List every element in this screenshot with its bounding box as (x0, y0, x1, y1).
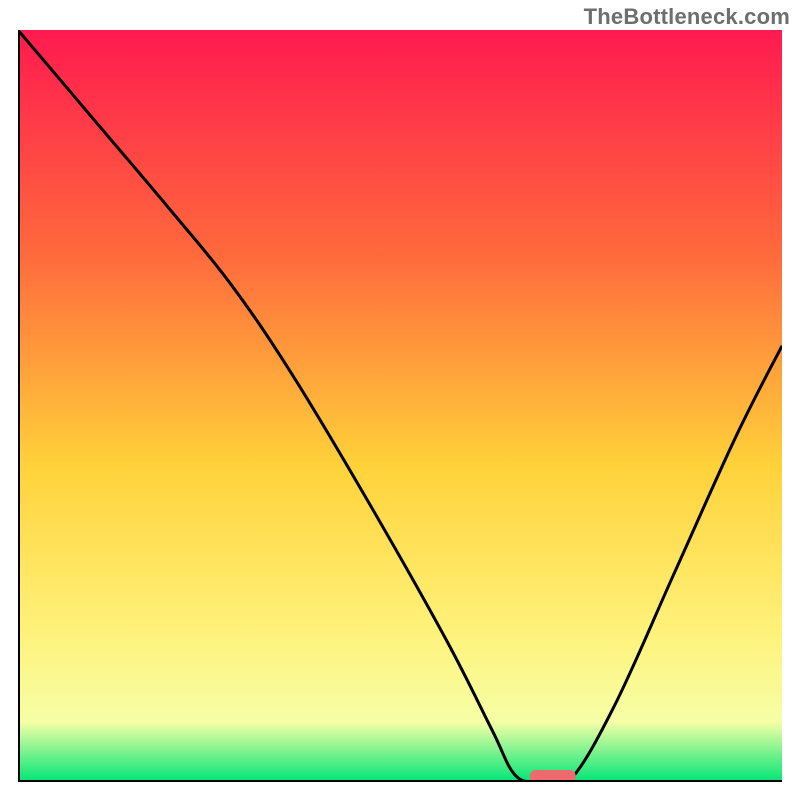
chart-svg (18, 30, 782, 782)
attribution-text: TheBottleneck.com (584, 4, 790, 30)
bottleneck-chart: TheBottleneck.com (0, 0, 800, 800)
gradient-background (18, 30, 782, 782)
plot-area (18, 30, 782, 782)
